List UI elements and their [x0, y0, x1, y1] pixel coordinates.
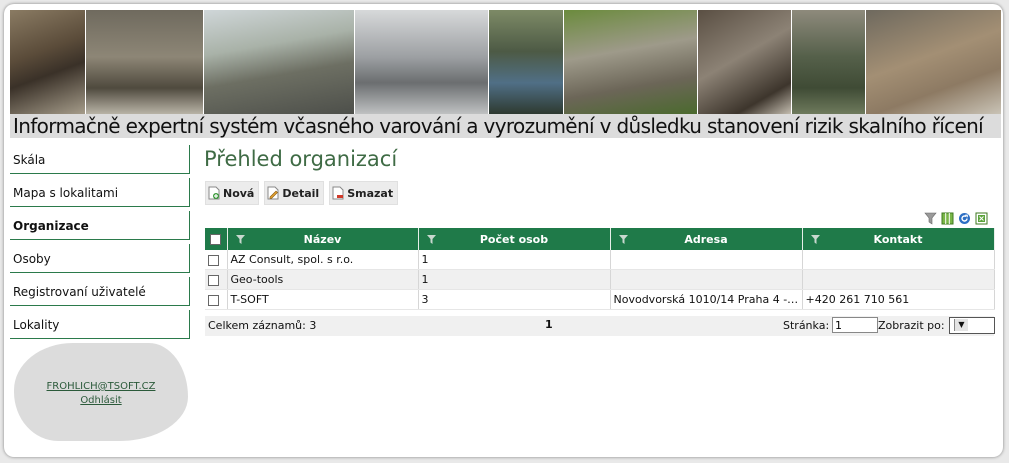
cell-people-count: 1 — [418, 269, 611, 290]
cell-people-count: 3 — [418, 289, 611, 310]
table-row[interactable]: Geo-tools 1 — [205, 269, 995, 290]
row-select-cell — [205, 250, 228, 270]
organizations-table: Název Počet osob Adresa Kontakt AZ Consu… — [205, 228, 995, 310]
toolbar: Nová Detail Smazat — [205, 181, 399, 205]
column-header-label: Název — [303, 232, 342, 246]
row-checkbox[interactable] — [208, 294, 219, 306]
cell-contact: +420 261 710 561 — [802, 289, 995, 310]
delete-button[interactable]: Smazat — [329, 181, 399, 205]
banner-photo-rock-crack — [698, 10, 792, 114]
export-excel-icon[interactable] — [975, 210, 988, 225]
sidebar-nav: Skála Mapa s lokalitami Organizace Osoby… — [10, 145, 190, 343]
cell-address: Novodvorská 1010/14 Praha 4 - L... — [610, 289, 803, 310]
app-frame: Informačně expertní systém včasného varo… — [4, 4, 1003, 457]
current-page-link[interactable]: 1 — [545, 318, 553, 331]
logout-link[interactable]: Odhlásit — [14, 395, 188, 406]
banner-photo-rock-wall — [86, 10, 204, 114]
sidebar-item-persons[interactable]: Osoby — [10, 244, 190, 273]
table-header-row: Název Počet osob Adresa Kontakt — [205, 228, 995, 250]
detail-button[interactable]: Detail — [264, 181, 325, 205]
cell-people-count: 1 — [418, 250, 611, 270]
delete-document-icon — [332, 186, 344, 200]
cell-name: T-SOFT — [227, 289, 419, 310]
banner-photo-rock-moss — [792, 10, 866, 114]
cell-name: Geo-tools — [227, 269, 419, 290]
column-header-contact[interactable]: Kontakt — [802, 228, 995, 250]
filter-icon[interactable] — [235, 234, 245, 247]
filter-icon[interactable] — [924, 210, 937, 225]
new-button-label: Nová — [223, 186, 255, 200]
grid-tools — [924, 210, 988, 225]
chevron-down-icon[interactable]: ▼ — [954, 319, 968, 331]
sidebar-item-skala[interactable]: Skála — [10, 145, 190, 174]
select-all-header — [205, 228, 228, 250]
cell-address — [610, 250, 803, 270]
banner-photo-rockfall-road — [204, 10, 355, 114]
system-title-bar: Informačně expertní systém včasného varo… — [10, 114, 1001, 138]
row-checkbox[interactable] — [208, 274, 219, 286]
sidebar-item-organizations[interactable]: Organizace — [10, 211, 190, 240]
filter-icon[interactable] — [426, 234, 436, 247]
page-number-input[interactable] — [832, 317, 878, 333]
column-header-address[interactable]: Adresa — [610, 228, 803, 250]
user-panel: FROHLICH@TSOFT.CZ Odhlásit — [14, 343, 188, 441]
cell-name: AZ Consult, spol. s r.o. — [227, 250, 419, 270]
sidebar-item-registered-users[interactable]: Registrovaní uživatelé — [10, 277, 190, 306]
refresh-icon[interactable] — [958, 210, 971, 224]
column-header-label: Kontakt — [873, 232, 923, 246]
row-checkbox[interactable] — [208, 254, 219, 266]
record-count: Celkem záznamů: 3 — [208, 319, 317, 332]
columns-icon[interactable] — [941, 210, 954, 225]
new-button[interactable]: Nová — [205, 181, 260, 205]
page-size-select[interactable]: 10 ▼ — [949, 317, 995, 334]
page-label: Stránka: — [783, 319, 830, 332]
row-select-cell — [205, 289, 228, 310]
edit-document-icon — [267, 186, 279, 200]
row-select-cell — [205, 269, 228, 290]
sidebar-item-localities[interactable]: Lokality — [10, 310, 190, 339]
user-email-link[interactable]: FROHLICH@TSOFT.CZ — [14, 381, 188, 392]
header-banner — [10, 10, 1001, 114]
select-all-checkbox[interactable] — [210, 234, 222, 245]
delete-button-label: Smazat — [347, 186, 394, 200]
banner-photo-rock — [10, 10, 86, 114]
sidebar-item-map[interactable]: Mapa s lokalitami — [10, 178, 190, 207]
banner-photo-boulder — [866, 10, 1001, 114]
column-header-label: Adresa — [684, 232, 728, 246]
detail-button-label: Detail — [282, 186, 320, 200]
cell-contact — [802, 269, 995, 290]
filter-icon[interactable] — [810, 234, 820, 247]
new-document-icon — [208, 186, 220, 200]
banner-photo-police-road — [355, 10, 489, 114]
table-row[interactable]: AZ Consult, spol. s r.o. 1 — [205, 250, 995, 270]
filter-icon[interactable] — [618, 234, 628, 247]
page-title: Přehled organizací — [204, 147, 398, 171]
cell-contact — [802, 250, 995, 270]
banner-photo-sensor — [489, 10, 564, 114]
column-header-label: Počet osob — [479, 232, 549, 246]
column-header-people-count[interactable]: Počet osob — [418, 228, 611, 250]
column-header-name[interactable]: Název — [227, 228, 419, 250]
cell-address — [610, 269, 803, 290]
table-footer: Celkem záznamů: 3 1 Stránka: Zobrazit po… — [205, 316, 995, 336]
table-row[interactable]: T-SOFT 3 Novodvorská 1010/14 Praha 4 - L… — [205, 289, 995, 310]
banner-photo-rock-forest — [564, 10, 698, 114]
page-size-label: Zobrazit po: — [878, 319, 945, 332]
system-title: Informačně expertní systém včasného varo… — [13, 114, 984, 138]
